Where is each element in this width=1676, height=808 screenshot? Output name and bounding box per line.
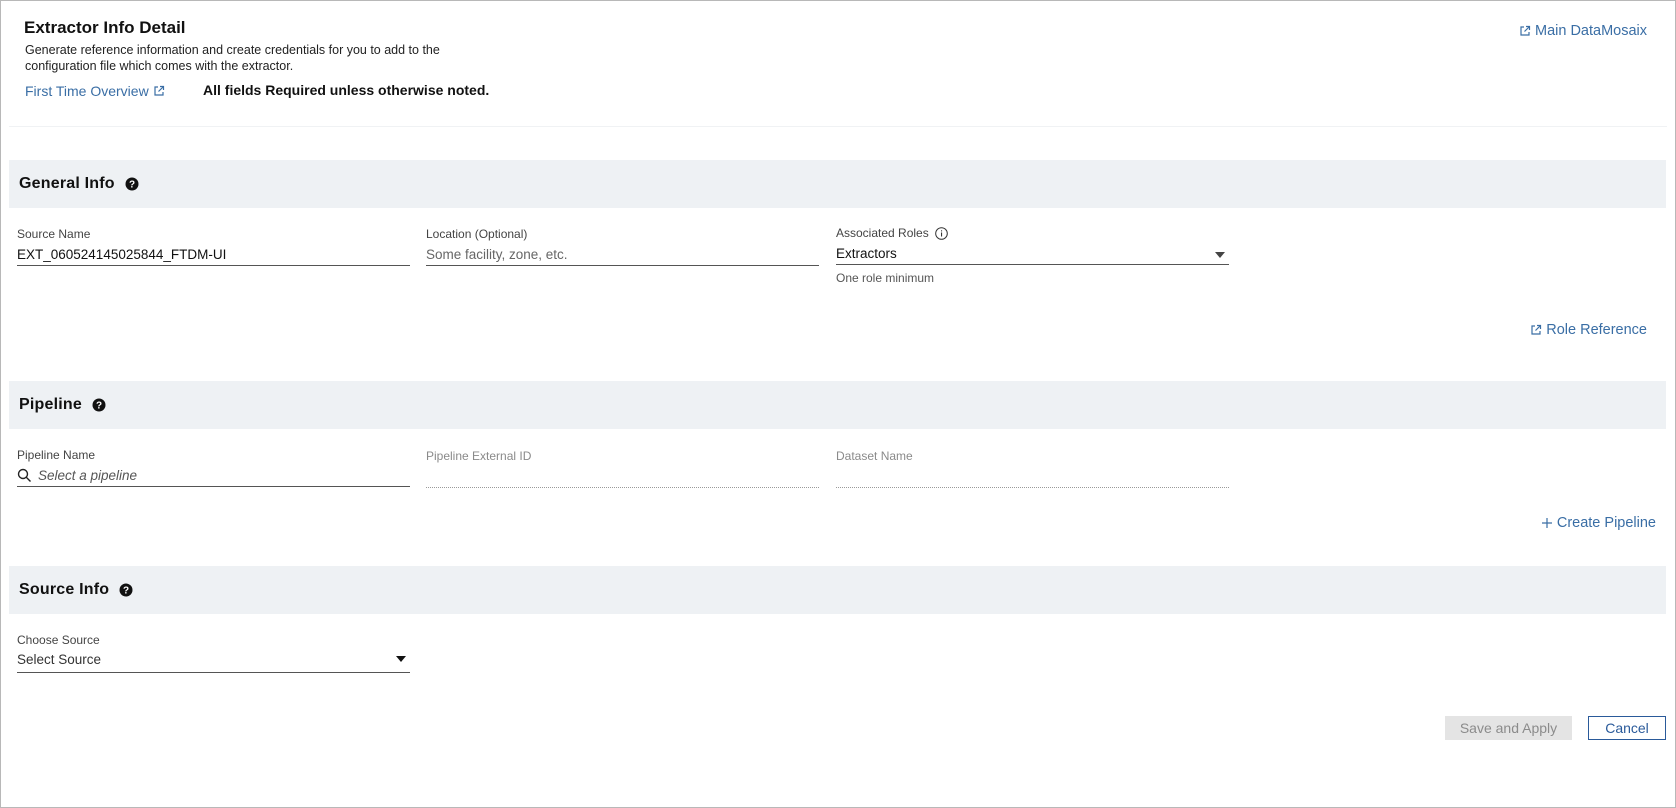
choose-source-value: Select Source (17, 652, 102, 667)
main-datamosaix-label: Main DataMosaix (1534, 23, 1647, 39)
source-name-input[interactable]: EXT_060524145025844_FTDM-UI (17, 244, 410, 266)
chevron-down-icon (1215, 252, 1225, 258)
chevron-down-icon (396, 656, 406, 662)
location-input[interactable]: Some facility, zone, etc. (426, 244, 819, 266)
pipeline-name-field: Pipeline Name Select a pipeline (17, 448, 410, 487)
source-name-field: Source Name EXT_060524145025844_FTDM-UI (17, 227, 410, 266)
help-icon[interactable]: ? (92, 398, 106, 412)
choose-source-field: Choose Source Select Source (17, 633, 410, 673)
svg-text:?: ? (96, 401, 102, 412)
pipeline-name-placeholder: Select a pipeline (38, 468, 138, 483)
choose-source-label: Choose Source (17, 633, 100, 647)
help-icon[interactable]: ? (125, 177, 139, 191)
create-pipeline-link[interactable]: Create Pipeline (1541, 515, 1656, 531)
page-subtitle: Generate reference information and creat… (25, 43, 440, 73)
source-info-header: Source Info ? (9, 566, 1666, 614)
save-and-apply-button[interactable]: Save and Apply (1445, 716, 1572, 740)
pipeline-external-id-input (426, 466, 819, 488)
search-icon (17, 468, 32, 483)
external-link-icon (1519, 25, 1531, 37)
source-name-value: EXT_060524145025844_FTDM-UI (17, 247, 227, 262)
pipeline-header: Pipeline ? (9, 381, 1666, 429)
roles-hint: One role minimum (836, 271, 935, 285)
plus-icon (1541, 517, 1553, 529)
cancel-button[interactable]: Cancel (1588, 716, 1666, 740)
page-title: Extractor Info Detail (24, 18, 186, 37)
pipeline-external-id-label: Pipeline External ID (426, 449, 532, 463)
location-label: Location (Optional) (426, 227, 528, 241)
external-link-icon (153, 85, 165, 97)
dataset-name-input (836, 466, 1229, 488)
dataset-name-field: Dataset Name (836, 449, 1229, 488)
info-icon[interactable] (934, 226, 948, 240)
pipeline-external-id-field: Pipeline External ID (426, 449, 819, 488)
location-placeholder: Some facility, zone, etc. (426, 247, 568, 262)
dataset-name-label: Dataset Name (836, 449, 913, 463)
associated-roles-value: Extractors (836, 246, 897, 261)
associated-roles-label: Associated Roles (836, 226, 929, 240)
external-link-icon (1530, 324, 1542, 336)
create-pipeline-label: Create Pipeline (1556, 515, 1656, 531)
choose-source-select[interactable]: Select Source (17, 647, 410, 673)
general-info-title: General Info (19, 175, 115, 192)
svg-text:?: ? (129, 180, 135, 191)
source-name-label: Source Name (17, 227, 91, 241)
associated-roles-field: Associated Roles Extractors One role min… (836, 226, 1229, 285)
pipeline-search-input[interactable]: Select a pipeline (17, 465, 410, 487)
help-icon[interactable]: ? (119, 583, 133, 597)
pipeline-name-label: Pipeline Name (17, 448, 96, 462)
first-time-overview-link[interactable]: First Time Overview (25, 83, 165, 99)
first-time-overview-label: First Time Overview (25, 83, 149, 99)
pipeline-title: Pipeline (19, 396, 82, 413)
role-reference-label: Role Reference (1546, 322, 1647, 338)
header-divider (9, 126, 1667, 127)
extractor-info-panel: Extractor Info Detail Generate reference… (0, 0, 1676, 808)
main-datamosaix-link[interactable]: Main DataMosaix (1519, 23, 1647, 39)
role-reference-link[interactable]: Role Reference (1530, 322, 1647, 338)
associated-roles-select[interactable]: Extractors (836, 243, 1229, 265)
location-field: Location (Optional) Some facility, zone,… (426, 227, 819, 266)
svg-text:?: ? (123, 586, 129, 597)
general-info-header: General Info ? (9, 160, 1666, 208)
source-info-title: Source Info (19, 581, 110, 598)
required-note: All fields Required unless otherwise not… (203, 82, 490, 98)
